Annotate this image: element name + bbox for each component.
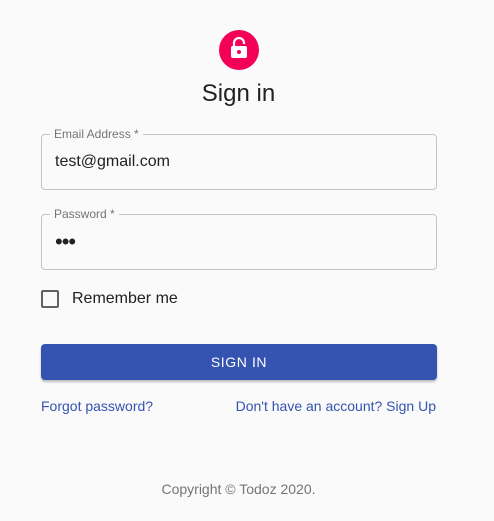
- email-input[interactable]: test@gmail.com: [55, 134, 425, 190]
- password-input[interactable]: •••: [55, 214, 425, 270]
- email-field[interactable]: Email Address * test@gmail.com: [41, 128, 437, 190]
- sign-in-page: Sign in Email Address * test@gmail.com P…: [0, 0, 494, 521]
- remember-me-checkbox[interactable]: Remember me: [41, 287, 178, 311]
- sign-in-button[interactable]: SIGN IN: [41, 344, 437, 380]
- password-field[interactable]: Password * •••: [41, 208, 437, 270]
- remember-me-label: Remember me: [72, 290, 178, 307]
- lock-open-icon: [229, 36, 249, 64]
- checkbox-unchecked-icon[interactable]: [41, 290, 59, 308]
- copyright-text: Copyright © Todoz 2020.: [161, 481, 316, 497]
- page-title: Sign in: [201, 80, 276, 107]
- avatar: [219, 30, 259, 70]
- sign-up-link[interactable]: Don't have an account? Sign Up: [236, 397, 436, 415]
- forgot-password-link[interactable]: Forgot password?: [41, 397, 153, 415]
